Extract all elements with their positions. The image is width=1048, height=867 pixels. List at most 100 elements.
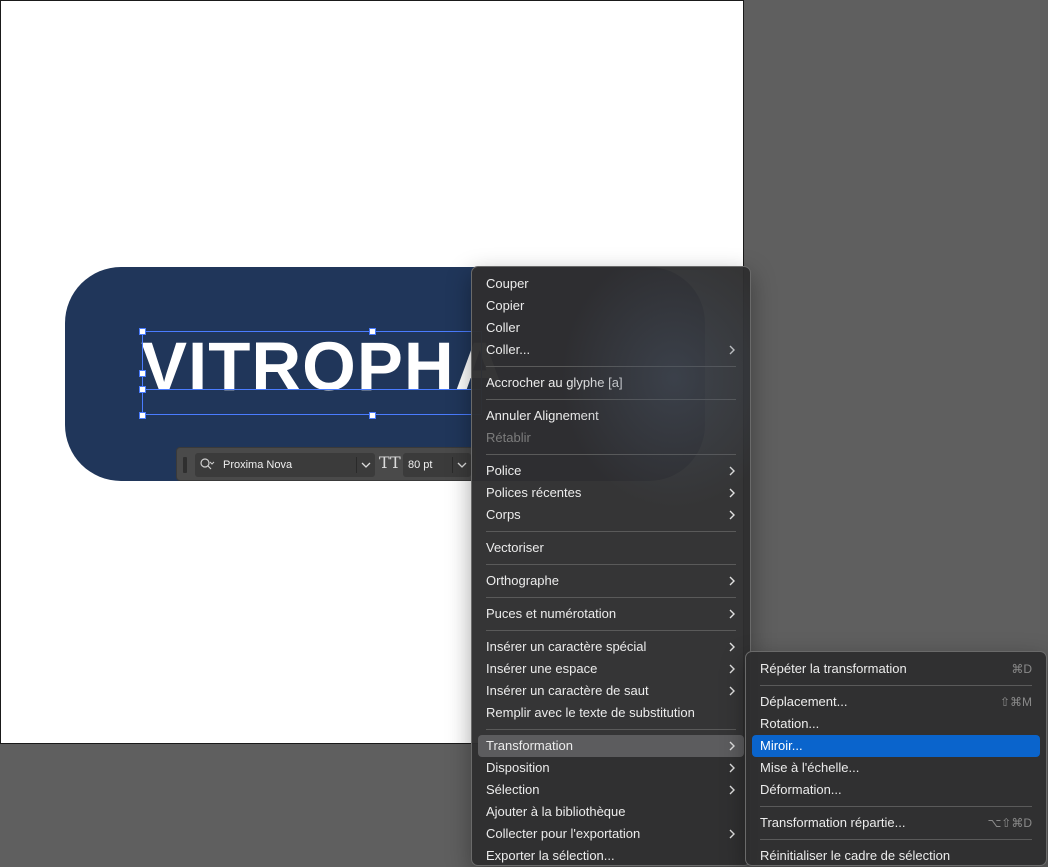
menu-item-label: Corps <box>486 507 521 522</box>
menu-item-label: Rétablir <box>486 430 531 445</box>
menu-item-accrocher-au-glyphe-a[interactable]: Accrocher au glyphe [a] <box>478 372 744 394</box>
menu-item-label: Ajouter à la bibliothèque <box>486 804 626 819</box>
menu-item-label: Transformation <box>486 738 573 753</box>
menu-item-label: Déplacement... <box>760 694 848 709</box>
search-icon <box>200 458 215 470</box>
context-menu: Couper Copier Coller Coller... Accrocher au … <box>471 266 751 866</box>
menu-item-inserer-une-espace[interactable]: Insérer une espace <box>478 658 744 680</box>
menu-item-transformation-repartie[interactable]: Transformation répartie... ⌥⇧⌘D <box>752 812 1040 834</box>
font-size-field[interactable]: 80 pt <box>403 453 471 477</box>
text-baseline <box>142 389 482 390</box>
menu-item-label: Sélection <box>486 782 540 797</box>
selection-handle-middle-left[interactable] <box>139 370 146 377</box>
chevron-right-icon <box>729 741 735 751</box>
menu-separator <box>486 729 736 730</box>
chevron-right-icon <box>729 664 735 674</box>
menu-separator <box>486 399 736 400</box>
menu-separator <box>486 531 736 532</box>
menu-item-label: Répéter la transformation <box>760 661 907 676</box>
menu-item-label: Insérer un caractère spécial <box>486 639 647 654</box>
menu-item-orthographe[interactable]: Orthographe <box>478 570 744 592</box>
menu-separator <box>760 806 1032 807</box>
menu-item-exporter-la-selection[interactable]: Exporter la sélection... <box>478 845 744 867</box>
font-family-field[interactable]: Proxima Nova <box>195 453 375 477</box>
chevron-down-icon[interactable] <box>356 457 375 473</box>
menu-item-label: Police <box>486 463 522 478</box>
menu-item-label: Annuler Alignement <box>486 408 599 423</box>
menu-item-corps[interactable]: Corps <box>478 504 744 526</box>
chevron-right-icon <box>729 785 735 795</box>
transformation-submenu: Répéter la transformation ⌘D Déplacement..… <box>745 651 1047 866</box>
menu-item-label: Mise à l'échelle... <box>760 760 860 775</box>
menu-item-miroir[interactable]: Miroir... <box>752 735 1040 757</box>
menu-item-transformation[interactable]: Transformation <box>478 735 744 757</box>
menu-item-shortcut: ⌘D <box>1011 662 1032 676</box>
chevron-right-icon <box>729 466 735 476</box>
menu-separator <box>760 685 1032 686</box>
menu-item-couper[interactable]: Couper <box>478 273 744 295</box>
menu-item-disposition[interactable]: Disposition <box>478 757 744 779</box>
menu-item-rotation[interactable]: Rotation... <box>752 713 1040 735</box>
chevron-right-icon <box>729 829 735 839</box>
selection-handle-baseline-left[interactable] <box>139 386 146 393</box>
menu-item-annuler-alignement[interactable]: Annuler Alignement <box>478 405 744 427</box>
menu-separator <box>760 839 1032 840</box>
menu-item-label: Vectoriser <box>486 540 544 555</box>
text-selection-box <box>142 331 482 415</box>
menu-item-label: Transformation répartie... <box>760 815 906 830</box>
menu-item-label: Orthographe <box>486 573 559 588</box>
chevron-right-icon <box>729 488 735 498</box>
chevron-right-icon <box>729 763 735 773</box>
menu-item-puces-et-numerotation[interactable]: Puces et numérotation <box>478 603 744 625</box>
chevron-right-icon <box>729 345 735 355</box>
menu-item-label: Accrocher au glyphe [a] <box>486 375 623 390</box>
selection-handle-top-left[interactable] <box>139 328 146 335</box>
menu-item-label: Rotation... <box>760 716 820 731</box>
menu-item-repeter-la-transformation[interactable]: Répéter la transformation ⌘D <box>752 658 1040 680</box>
chevron-down-icon[interactable] <box>452 457 471 473</box>
chevron-right-icon <box>729 510 735 520</box>
menu-item-label: Réinitialiser le cadre de sélection <box>760 848 951 863</box>
contextual-task-bar: Proxima Nova TT 80 pt <box>176 447 476 481</box>
menu-item-inserer-un-caractere-special[interactable]: Insérer un caractère spécial <box>478 636 744 658</box>
menu-item-mise-a-l-echelle[interactable]: Mise à l'échelle... <box>752 757 1040 779</box>
menu-item-shortcut: ⇧⌘M <box>999 695 1032 709</box>
menu-item-label: Insérer un caractère de saut <box>486 683 649 698</box>
menu-item-reinitialiser-le-cadre-de-selection[interactable]: Réinitialiser le cadre de sélection <box>752 845 1040 867</box>
menu-item-vectoriser[interactable]: Vectoriser <box>478 537 744 559</box>
menu-item-label: Collecter pour l'exportation <box>486 826 641 841</box>
menu-separator <box>486 564 736 565</box>
menu-item-deplacement[interactable]: Déplacement... ⇧⌘M <box>752 691 1040 713</box>
chevron-right-icon <box>729 576 735 586</box>
drag-grip-icon[interactable] <box>183 457 187 473</box>
font-size-value: 80 pt <box>408 459 433 471</box>
menu-item-coller[interactable]: Coller <box>478 317 744 339</box>
menu-item-deformation[interactable]: Déformation... <box>752 779 1040 801</box>
menu-item-label: Exporter la sélection... <box>486 848 615 863</box>
menu-item-shortcut: ⌥⇧⌘D <box>987 816 1032 830</box>
menu-item-coller[interactable]: Coller... <box>478 339 744 361</box>
font-size-icon: TT <box>379 453 401 472</box>
menu-item-collecter-pour-l-exportation[interactable]: Collecter pour l'exportation <box>478 823 744 845</box>
menu-item-ajouter-a-la-bibliotheque[interactable]: Ajouter à la bibliothèque <box>478 801 744 823</box>
menu-separator <box>486 597 736 598</box>
menu-item-label: Miroir... <box>760 738 803 753</box>
menu-item-label: Puces et numérotation <box>486 606 617 621</box>
menu-item-label: Remplir avec le texte de substitution <box>486 705 695 720</box>
menu-item-label: Copier <box>486 298 525 313</box>
menu-item-copier[interactable]: Copier <box>478 295 744 317</box>
menu-item-label: Disposition <box>486 760 550 775</box>
menu-item-remplir-avec-le-texte-de-substitution[interactable]: Remplir avec le texte de substitution <box>478 702 744 724</box>
menu-item-label: Couper <box>486 276 529 291</box>
menu-item-polices-recentes[interactable]: Polices récentes <box>478 482 744 504</box>
menu-item-police[interactable]: Police <box>478 460 744 482</box>
menu-item-inserer-un-caractere-de-saut[interactable]: Insérer un caractère de saut <box>478 680 744 702</box>
menu-item-label: Polices récentes <box>486 485 582 500</box>
menu-item-selection[interactable]: Sélection <box>478 779 744 801</box>
menu-item-label: Coller <box>486 320 520 335</box>
selection-handle-bottom-middle[interactable] <box>369 412 376 419</box>
selection-handle-top-middle[interactable] <box>369 328 376 335</box>
chevron-right-icon <box>729 686 735 696</box>
selection-handle-bottom-left[interactable] <box>139 412 146 419</box>
menu-separator <box>486 366 736 367</box>
